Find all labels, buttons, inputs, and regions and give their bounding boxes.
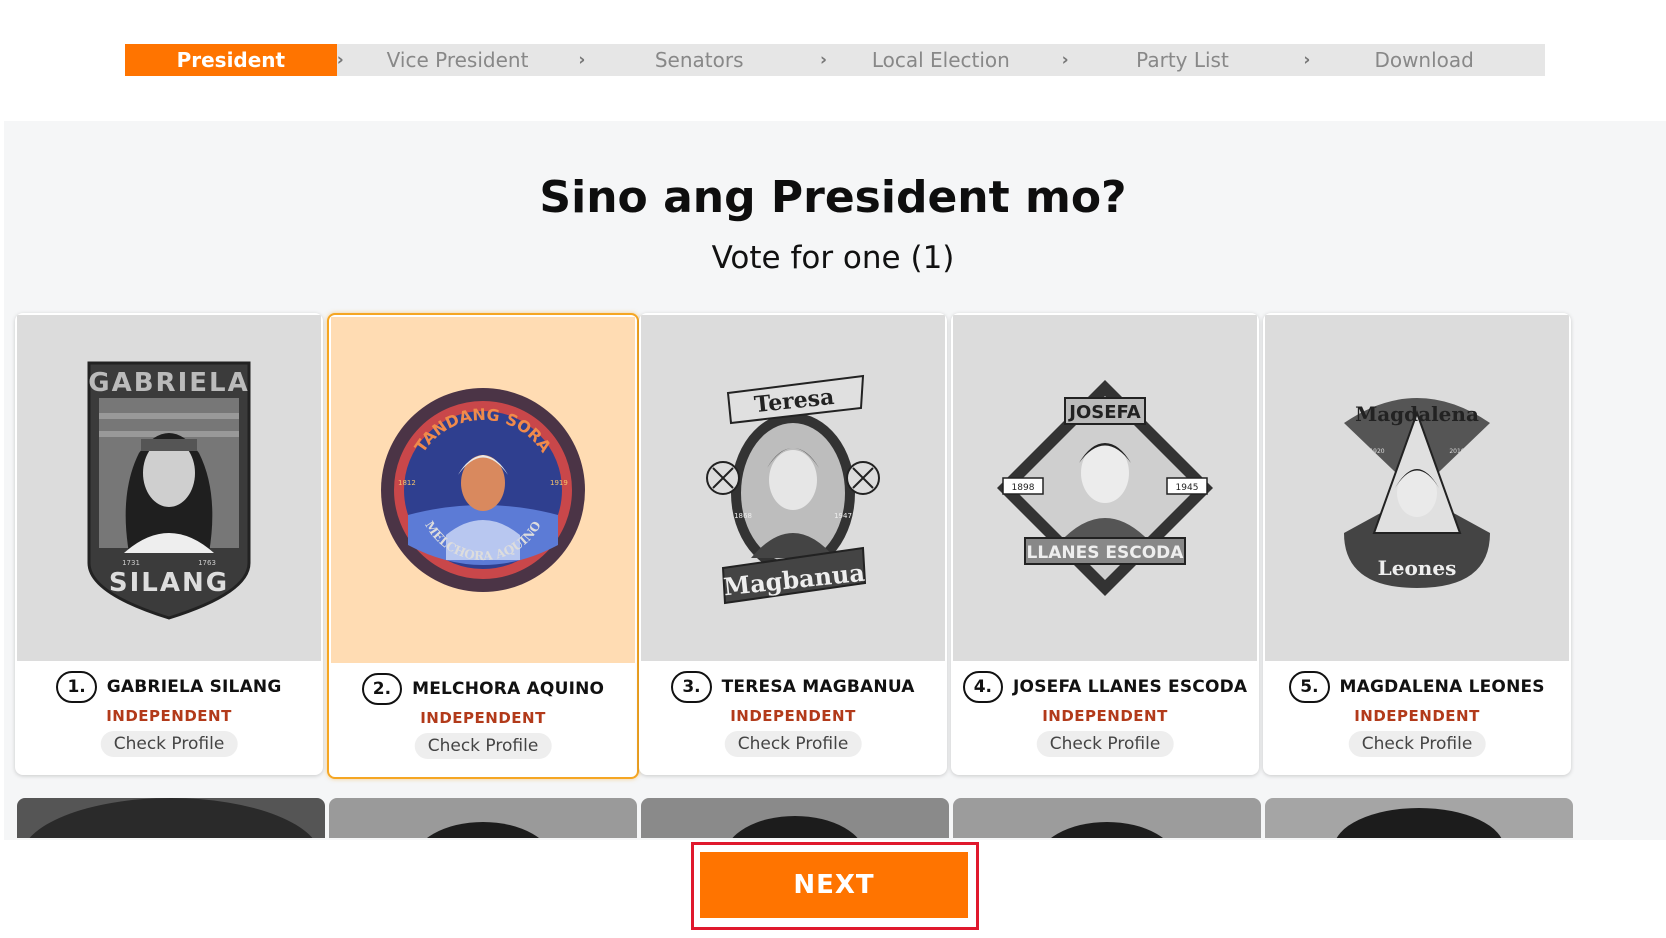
art-title: Magdalena xyxy=(1355,402,1479,426)
art-subtitle: SILANG xyxy=(109,568,229,598)
svg-text:1868: 1868 xyxy=(734,512,752,520)
check-profile-button[interactable]: Check Profile xyxy=(724,731,862,757)
candidate-portrait: GABRIELA SILANG 1731 1763 xyxy=(17,315,321,661)
candidate-party: INDEPENDENT xyxy=(106,707,232,725)
candidate-card[interactable]: Magdalena Leones 1920 2016 5. MAGDALENA … xyxy=(1263,313,1571,775)
step-local-election[interactable]: Local Election › xyxy=(820,44,1069,76)
check-profile-button[interactable]: Check Profile xyxy=(414,733,552,759)
candidate-card-peek[interactable] xyxy=(329,798,637,838)
svg-text:2016: 2016 xyxy=(1449,448,1464,455)
step-president[interactable]: President › xyxy=(125,44,344,76)
candidate-name-line: 3. TERESA MAGBANUA xyxy=(639,671,947,703)
candidate-portrait: TANDANG SORA MELCHORA AQUINO 1812 1919 xyxy=(331,317,635,663)
check-profile-button[interactable]: Check Profile xyxy=(1348,731,1486,757)
candidate-card-peek[interactable] xyxy=(641,798,949,838)
candidate-name: MAGDALENA LEONES xyxy=(1339,677,1545,697)
candidate-card[interactable]: GABRIELA SILANG 1731 1763 1. GABRIELA SI… xyxy=(15,313,323,775)
step-senators[interactable]: Senators › xyxy=(578,44,827,76)
candidate-name: TERESA MAGBANUA xyxy=(721,677,915,697)
candidate-name: MELCHORA AQUINO xyxy=(412,679,605,699)
step-vice-president[interactable]: Vice President › xyxy=(337,44,586,76)
art-title: GABRIELA xyxy=(88,368,249,398)
candidate-party: INDEPENDENT xyxy=(1042,707,1168,725)
svg-text:1812: 1812 xyxy=(398,479,416,487)
check-profile-button[interactable]: Check Profile xyxy=(100,731,238,757)
art-title: JOSEFA xyxy=(1067,402,1140,423)
step-download[interactable]: Download xyxy=(1303,44,1545,76)
candidate-name: GABRIELA SILANG xyxy=(106,677,282,697)
candidate-party: INDEPENDENT xyxy=(1354,707,1480,725)
step-label: President xyxy=(176,48,286,72)
step-label: Senators xyxy=(654,48,744,72)
candidate-card-selected[interactable]: TANDANG SORA MELCHORA AQUINO 1812 1919 2… xyxy=(327,313,639,779)
candidate-number: 1. xyxy=(56,671,97,703)
svg-text:1763: 1763 xyxy=(198,559,216,567)
candidate-party: INDEPENDENT xyxy=(730,707,856,725)
art-subtitle: Leones xyxy=(1378,556,1457,580)
candidate-card-peek[interactable] xyxy=(953,798,1261,838)
candidate-name-line: 2. MELCHORA AQUINO xyxy=(329,673,637,705)
art-subtitle: LLANES ESCODA xyxy=(1027,543,1185,563)
candidate-number: 4. xyxy=(962,671,1004,703)
step-party-list[interactable]: Party List › xyxy=(1062,44,1310,76)
candidate-name-line: 4. JOSEFA LLANES ESCODA xyxy=(951,671,1259,703)
vote-instruction: Vote for one (1) xyxy=(711,240,955,276)
svg-text:1947: 1947 xyxy=(834,512,852,520)
step-label: Local Election xyxy=(871,48,1010,72)
next-button[interactable]: NEXT xyxy=(700,852,968,918)
candidate-number: 3. xyxy=(671,671,712,703)
candidate-number: 2. xyxy=(361,673,403,705)
candidate-party: INDEPENDENT xyxy=(420,709,546,727)
step-label: Vice President xyxy=(386,48,529,72)
svg-text:1898: 1898 xyxy=(1012,483,1035,493)
candidate-card-peek[interactable] xyxy=(17,798,325,838)
candidate-name-line: 5. MAGDALENA LEONES xyxy=(1263,671,1571,703)
candidate-grid: GABRIELA SILANG 1731 1763 1. GABRIELA SI… xyxy=(15,313,1655,779)
step-label: Download xyxy=(1374,48,1474,72)
candidate-card[interactable]: JOSEFA LLANES ESCODA 1898 1945 4. JOSEFA… xyxy=(951,313,1259,775)
check-profile-button[interactable]: Check Profile xyxy=(1036,731,1174,757)
candidate-portrait: Magdalena Leones 1920 2016 xyxy=(1265,315,1569,661)
step-label: Party List xyxy=(1136,48,1229,72)
candidate-number: 5. xyxy=(1289,671,1330,703)
candidate-card[interactable]: Teresa Magbanua 1868 1947 3. TERESA MAGB… xyxy=(639,313,947,775)
svg-text:1919: 1919 xyxy=(550,479,568,487)
candidate-grid-row-2 xyxy=(15,798,1655,838)
svg-text:1731: 1731 xyxy=(122,559,140,567)
candidate-portrait: Teresa Magbanua 1868 1947 xyxy=(641,315,945,661)
candidate-card-peek[interactable] xyxy=(1265,798,1573,838)
candidate-name-line: 1. GABRIELA SILANG xyxy=(15,671,323,703)
candidate-name: JOSEFA LLANES ESCODA xyxy=(1013,677,1248,697)
page-title: Sino ang President mo? xyxy=(539,172,1127,223)
svg-text:1920: 1920 xyxy=(1369,448,1384,455)
svg-text:1945: 1945 xyxy=(1176,483,1199,493)
election-stepper: President › Vice President › Senators › … xyxy=(125,44,1545,76)
candidate-portrait: JOSEFA LLANES ESCODA 1898 1945 xyxy=(953,315,1257,661)
